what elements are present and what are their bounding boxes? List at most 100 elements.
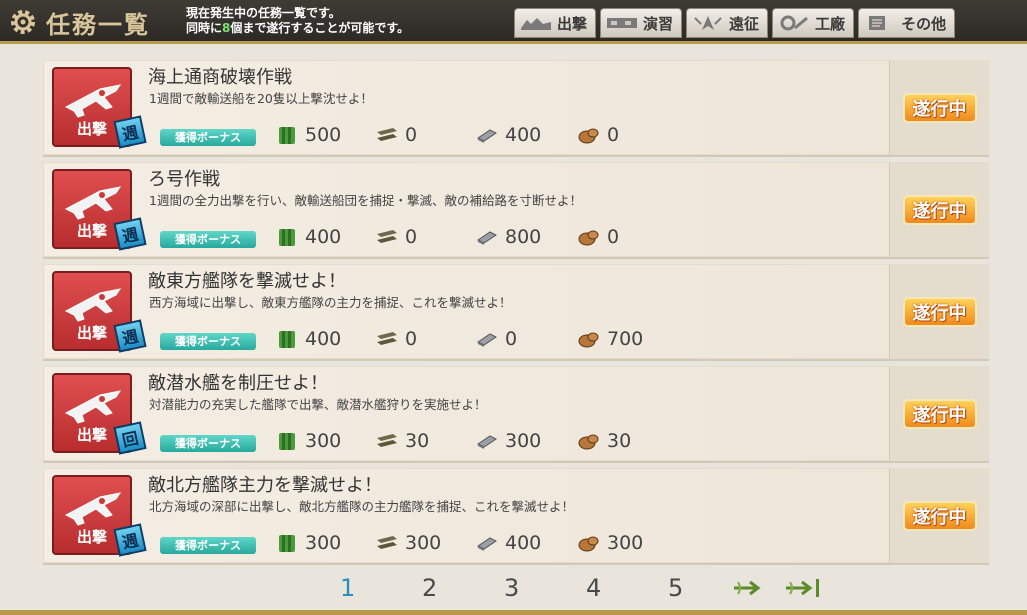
tab-other[interactable]: その他 bbox=[858, 8, 956, 38]
reward-list: 300 300 400 300 bbox=[275, 532, 661, 554]
quest-name: 敵潜水艦を制圧せよ！ bbox=[148, 373, 328, 394]
bonus-label: 獲得ボーナス bbox=[160, 537, 256, 554]
reward-bauxite: 700 bbox=[577, 328, 643, 350]
ammo-value: 300 bbox=[405, 532, 442, 554]
reward-list: 500 0 400 0 bbox=[275, 124, 637, 146]
reward-ammo: 0 bbox=[375, 226, 457, 248]
reward-steel: 400 bbox=[475, 124, 559, 146]
in-progress-button[interactable]: 遂行中 bbox=[902, 92, 977, 123]
tab-expedition-label: 遠征 bbox=[729, 14, 760, 33]
page-3-button[interactable]: 3 bbox=[504, 574, 586, 602]
in-progress-button[interactable]: 遂行中 bbox=[902, 194, 977, 225]
tab-expedition[interactable]: 遠征 bbox=[686, 8, 769, 38]
ammo-icon bbox=[377, 434, 397, 447]
tab-other-label: その他 bbox=[901, 14, 947, 33]
reward-ammo: 0 bbox=[375, 328, 457, 350]
ammo-value: 30 bbox=[405, 430, 430, 452]
last-page-arrow-icon[interactable] bbox=[780, 574, 832, 602]
ammo-value: 0 bbox=[405, 328, 418, 350]
frequency-badge: 回 bbox=[113, 421, 147, 455]
bonus-label: 獲得ボーナス bbox=[160, 231, 256, 248]
steel-icon bbox=[477, 537, 497, 551]
page-5-button[interactable]: 5 bbox=[668, 574, 728, 602]
reward-fuel: 300 bbox=[275, 532, 357, 554]
tab-arsenal[interactable]: 工廠 bbox=[772, 8, 855, 38]
quest-name: 敵東方艦隊を撃滅せよ！ bbox=[148, 271, 346, 292]
page-1-button[interactable]: 1 bbox=[340, 574, 422, 602]
tab-sortie-label: 出撃 bbox=[557, 14, 588, 33]
quest-description: 対潜能力の充実した艦隊で出撃、敵潜水艦狩りを実施せよ！ bbox=[149, 397, 487, 412]
quest-name: ろ号作戦 bbox=[148, 169, 220, 190]
frequency-badge: 週 bbox=[113, 115, 147, 149]
quest-description: 西方海域に出撃し、敵東方艦隊の主力を捕捉、これを撃滅せよ！ bbox=[149, 295, 512, 310]
steel-value: 400 bbox=[505, 124, 542, 146]
reward-fuel: 400 bbox=[275, 226, 357, 248]
quest-row[interactable]: 出撃 週 敵東方艦隊を撃滅せよ！ 西方海域に出撃し、敵東方艦隊の主力を捕捉、これ… bbox=[43, 264, 989, 361]
reward-bauxite: 0 bbox=[577, 124, 619, 146]
tab-exercise-label: 演習 bbox=[643, 14, 674, 33]
steel-value: 0 bbox=[505, 328, 518, 350]
reward-ammo: 30 bbox=[375, 430, 457, 452]
status-cell: 遂行中 bbox=[889, 264, 989, 359]
header-subtitle: 現在発生中の任務一覧です。 同時に8個まで遂行することが可能です。 bbox=[186, 6, 409, 36]
steel-icon bbox=[477, 435, 497, 449]
fuel-value: 300 bbox=[305, 532, 342, 554]
gear-icon bbox=[11, 10, 35, 34]
reward-steel: 400 bbox=[475, 532, 559, 554]
reward-steel: 0 bbox=[475, 328, 559, 350]
fuel-value: 400 bbox=[305, 226, 342, 248]
status-cell: 遂行中 bbox=[889, 366, 989, 461]
quest-list: 出撃 週 海上通商破壊作戦 1週間で敵輸送船を20隻以上撃沈せよ！ 獲得ボーナス… bbox=[43, 60, 989, 570]
steel-value: 300 bbox=[505, 430, 542, 452]
quest-name: 海上通商破壊作戦 bbox=[148, 67, 292, 88]
sortie-icon bbox=[521, 18, 551, 30]
plane-icon bbox=[64, 288, 122, 322]
quest-row[interactable]: 出撃 回 敵潜水艦を制圧せよ！ 対潜能力の充実した艦隊で出撃、敵潜水艦狩りを実施… bbox=[43, 366, 989, 463]
frequency-badge: 週 bbox=[113, 523, 147, 557]
plane-icon bbox=[64, 84, 122, 118]
in-progress-button[interactable]: 遂行中 bbox=[902, 398, 977, 429]
reward-steel: 300 bbox=[475, 430, 559, 452]
header-bar: 任務一覧 現在発生中の任務一覧です。 同時に8個まで遂行することが可能です。 出… bbox=[0, 0, 1027, 44]
bauxite-value: 30 bbox=[607, 430, 632, 452]
steel-icon bbox=[477, 129, 497, 143]
other-icon bbox=[869, 16, 886, 30]
frequency-badge: 週 bbox=[113, 319, 147, 353]
bauxite-icon bbox=[578, 434, 599, 450]
page-2-button[interactable]: 2 bbox=[422, 574, 504, 602]
bauxite-value: 300 bbox=[607, 532, 644, 554]
steel-value: 400 bbox=[505, 532, 542, 554]
ammo-icon bbox=[377, 128, 397, 141]
arsenal-icon bbox=[780, 15, 809, 31]
page-4-button[interactable]: 4 bbox=[586, 574, 668, 602]
reward-bauxite: 300 bbox=[577, 532, 643, 554]
bauxite-icon bbox=[578, 230, 599, 246]
tab-exercise[interactable]: 演習 bbox=[600, 8, 683, 38]
tab-arsenal-label: 工廠 bbox=[815, 14, 846, 33]
quest-row[interactable]: 出撃 週 海上通商破壊作戦 1週間で敵輸送船を20隻以上撃沈せよ！ 獲得ボーナス… bbox=[43, 60, 989, 157]
reward-ammo: 300 bbox=[375, 532, 457, 554]
bottom-border bbox=[0, 610, 1027, 615]
quest-row[interactable]: 出撃 週 ろ号作戦 1週間の全力出撃を行い、敵輸送船団を捕捉・撃滅、敵の補給路を… bbox=[43, 162, 989, 259]
fuel-icon bbox=[279, 127, 295, 144]
ammo-value: 0 bbox=[405, 226, 418, 248]
quest-description: 1週間で敵輸送船を20隻以上撃沈せよ！ bbox=[149, 91, 373, 106]
reward-fuel: 300 bbox=[275, 430, 357, 452]
next-page-arrow-icon[interactable] bbox=[728, 574, 780, 602]
in-progress-button[interactable]: 遂行中 bbox=[902, 500, 977, 531]
in-progress-button[interactable]: 遂行中 bbox=[902, 296, 977, 327]
fuel-icon bbox=[279, 535, 295, 552]
tab-sortie[interactable]: 出撃 bbox=[514, 8, 597, 38]
reward-list: 400 0 800 0 bbox=[275, 226, 637, 248]
fuel-value: 300 bbox=[305, 430, 342, 452]
status-cell: 遂行中 bbox=[889, 60, 989, 155]
frequency-badge: 週 bbox=[113, 217, 147, 251]
ammo-icon bbox=[377, 332, 397, 345]
steel-icon bbox=[477, 231, 497, 245]
ammo-icon bbox=[377, 536, 397, 549]
category-tabs: 出撃 演習 遠征 工廠 その他 bbox=[514, 8, 956, 38]
quest-row[interactable]: 出撃 週 敵北方艦隊主力を撃滅せよ！ 北方海域の深部に出撃し、敵北方艦隊の主力艦… bbox=[43, 468, 989, 565]
reward-steel: 800 bbox=[475, 226, 559, 248]
pagination: 1 2 3 4 5 bbox=[340, 574, 832, 602]
fuel-icon bbox=[279, 229, 295, 246]
